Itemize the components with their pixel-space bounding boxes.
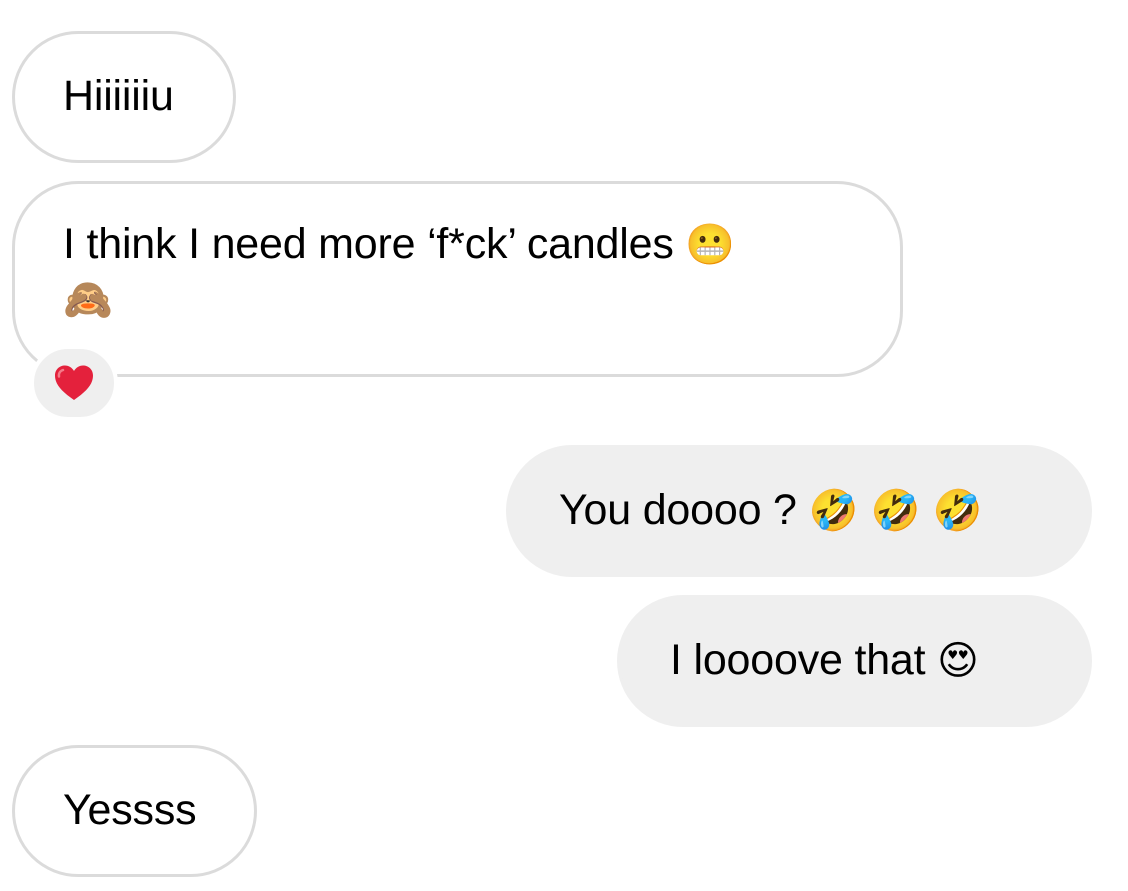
rofl-emoji: 🤣 🤣 🤣 — [808, 488, 983, 534]
message-bubble-incoming[interactable]: Yessss — [12, 745, 257, 877]
message-text: I think I need more ‘f*ck’ candles — [63, 220, 674, 268]
message-bubble-incoming[interactable]: Hiiiiiiu — [12, 31, 236, 163]
message-thread: Hiiiiiiu I think I need more ‘f*ck’ cand… — [0, 0, 1128, 891]
message-bubble-incoming[interactable]: I think I need more ‘f*ck’ candles 😬 🙈 — [12, 181, 903, 377]
message-text: Hiiiiiiu — [63, 72, 174, 120]
message-bubble-outgoing[interactable]: I loooove that 😍 — [617, 595, 1092, 727]
message-bubble-outgoing[interactable]: You doooo ? 🤣 🤣 🤣 — [506, 445, 1092, 577]
heart-eyes-emoji: 😍 — [937, 638, 979, 684]
message-text: Yessss — [63, 786, 197, 834]
message-text: You doooo ? — [559, 486, 797, 534]
message-reaction[interactable] — [30, 345, 118, 421]
message-text: I loooove that — [670, 636, 926, 684]
grimacing-face-emoji: 😬 — [685, 222, 735, 268]
see-no-evil-monkey-emoji: 🙈 — [63, 277, 113, 323]
heart-icon — [55, 365, 93, 400]
